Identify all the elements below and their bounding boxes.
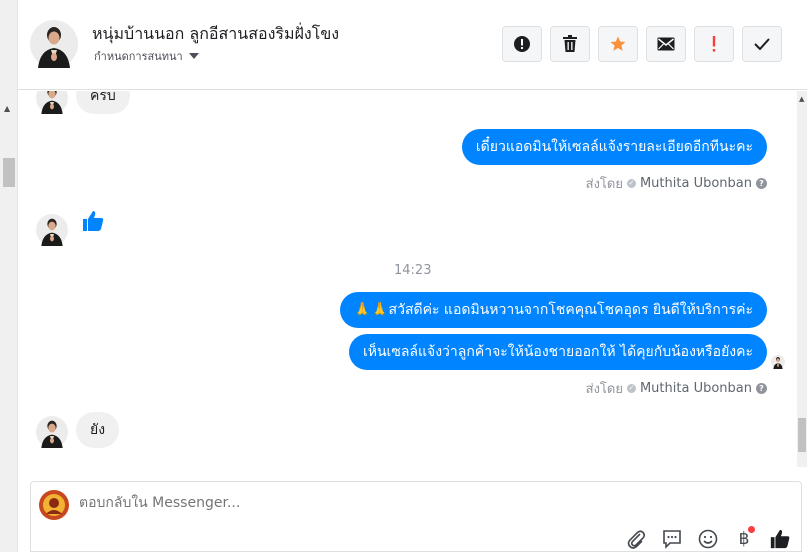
action-toolbar [502, 26, 782, 62]
notification-dot [748, 526, 755, 533]
thumbs-up-sticker-icon[interactable] [81, 209, 105, 233]
baht-icon: ฿ [738, 529, 750, 549]
exclamation-circle-icon [514, 36, 530, 52]
thread-scrollbar[interactable]: ▲ [797, 91, 807, 467]
mark-done-button[interactable] [742, 26, 782, 62]
reply-input[interactable] [77, 488, 777, 518]
sent-by-line: ส่งโดย ✓ Muthita Ubonban ? [586, 378, 767, 399]
delete-button[interactable] [550, 26, 590, 62]
outgoing-message[interactable]: 🙏🙏สวัสดีค่ะ แอดมินหวานจากโชคคุณโชคอุดร ย… [339, 292, 767, 328]
thumbs-up-icon [770, 529, 790, 549]
verified-check-icon: ✓ [626, 384, 636, 393]
incoming-message[interactable]: ครบ [76, 91, 130, 114]
sent-by-name[interactable]: Muthita Ubonban [640, 381, 752, 396]
trash-icon [563, 35, 577, 52]
composer-toolbar: ฿ [625, 526, 791, 550]
saved-replies-button[interactable] [661, 528, 683, 550]
emoji-button[interactable] [697, 528, 719, 550]
attach-file-button[interactable] [625, 528, 647, 550]
mark-unread-button[interactable] [646, 26, 686, 62]
send-like-button[interactable] [769, 528, 791, 550]
contact-avatar-small [36, 416, 68, 448]
envelope-icon [657, 37, 675, 51]
incoming-message[interactable]: ยัง [76, 412, 120, 448]
payment-button[interactable]: ฿ [733, 526, 755, 550]
smiley-icon [698, 529, 718, 549]
help-icon[interactable]: ? [756, 178, 767, 189]
contact-avatar-small [36, 91, 68, 114]
conversation-label-dropdown[interactable]: กำหนดการสนทนา [94, 47, 199, 65]
follow-up-button[interactable] [694, 26, 734, 62]
contact-avatar[interactable] [30, 20, 78, 68]
speech-bubble-icon [663, 530, 681, 549]
paperclip-icon [627, 530, 645, 549]
sent-by-name[interactable]: Muthita Ubonban [640, 176, 752, 191]
sent-by-label: ส่งโดย [585, 177, 623, 192]
star-button[interactable] [598, 26, 638, 62]
scroll-up-arrow[interactable]: ▲ [4, 104, 10, 113]
sent-by-line: ส่งโดย ✓ Muthita Ubonban ? [586, 173, 767, 194]
outgoing-message[interactable]: เดี๋ยวแอดมินให้เซลล์แจ้งรายละเอียดอีกทีน… [461, 129, 767, 165]
page-scrollbar[interactable]: ▲ [0, 0, 18, 552]
check-icon [754, 38, 770, 50]
conversation-header: หนุ่มบ้านนอก ลูกอีสานสองริมฝั่งโขง กำหนด… [18, 0, 807, 90]
reply-composer: ฿ [30, 481, 802, 552]
contact-name[interactable]: หนุ่มบ้านนอก ลูกอีสานสองริมฝั่งโขง [92, 22, 339, 47]
mark-spam-button[interactable] [502, 26, 542, 62]
conversation-label: กำหนดการสนทนา [94, 50, 183, 63]
scrollbar-thumb[interactable] [3, 158, 15, 187]
outgoing-message[interactable]: เห็นเซลล์แจ้งว่าลูกค้าจะให้น้องชายออกให้… [348, 334, 767, 370]
scrollbar-thumb[interactable] [798, 418, 806, 452]
help-icon[interactable]: ? [756, 383, 767, 394]
exclamation-icon [712, 36, 716, 52]
caret-down-icon [188, 53, 199, 59]
message-thread[interactable]: ครบ เดี๋ยวแอดมินให้เซลล์แจ้งรายละเอียดอี… [18, 91, 797, 467]
verified-check-icon: ✓ [626, 179, 636, 188]
message-timestamp: 14:23 [394, 263, 432, 278]
star-icon [610, 36, 626, 51]
seen-indicator-avatar [771, 355, 785, 369]
scroll-up-arrow[interactable]: ▲ [799, 95, 804, 103]
contact-avatar-small [36, 214, 68, 246]
sent-by-label: ส่งโดย [585, 382, 623, 397]
page-avatar [39, 490, 69, 520]
